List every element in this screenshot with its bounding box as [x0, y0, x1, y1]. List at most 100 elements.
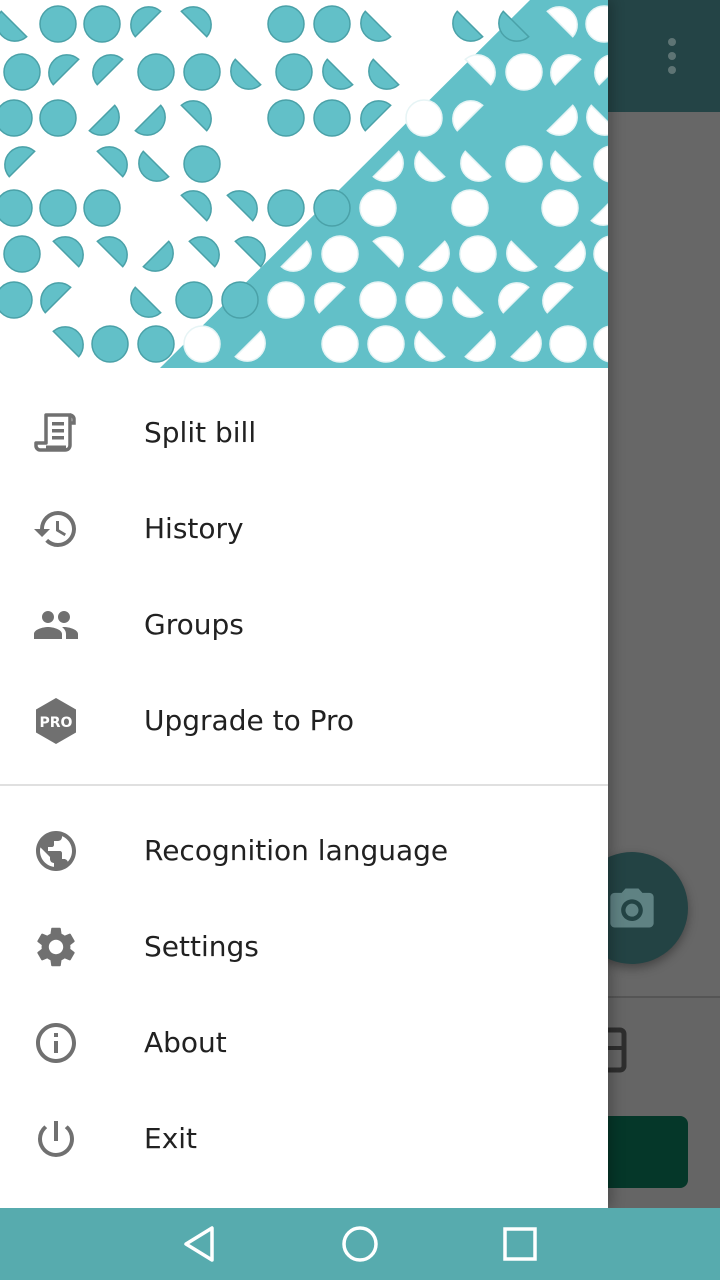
header-pattern-dot: [505, 53, 543, 91]
info-icon: [32, 1019, 80, 1067]
menu-item-exit[interactable]: Exit: [0, 1091, 608, 1187]
header-pattern-dot: [360, 100, 392, 132]
header-pattern-dot: [137, 325, 175, 363]
header-pattern-dot: [180, 100, 212, 132]
menu-item-history[interactable]: History: [0, 481, 608, 577]
header-pattern-dot: [52, 236, 84, 268]
menu-item-groups[interactable]: Groups: [0, 577, 608, 673]
menu-item-recognition-language[interactable]: Recognition language: [0, 803, 608, 899]
header-pattern-dot: [183, 325, 221, 363]
header-pattern-dot: [226, 190, 258, 222]
header-pattern-dot: [405, 99, 443, 137]
header-pattern-dot: [130, 6, 162, 38]
header-pattern-dot: [175, 281, 213, 319]
header-pattern-dot: [91, 325, 129, 363]
header-pattern-dot: [39, 99, 77, 137]
menu-label: Groups: [144, 608, 244, 641]
header-pattern-dot: [142, 240, 174, 272]
header-pattern-dot: [134, 104, 166, 136]
gear-icon: [32, 923, 80, 971]
header-pattern-dot: [267, 281, 305, 319]
header-pattern-dot: [137, 53, 175, 91]
menu-item-about[interactable]: About: [0, 995, 608, 1091]
header-pattern-dot: [180, 6, 212, 38]
header-pattern-dot: [459, 235, 497, 273]
header-pattern-dot: [96, 236, 128, 268]
menu-label: History: [144, 512, 244, 545]
menu-label: Exit: [144, 1122, 198, 1155]
pro-badge-icon: PRO: [32, 697, 80, 745]
header-pattern-dot: [452, 10, 484, 42]
header-pattern-dot: [221, 281, 259, 319]
drawer-header-pattern: [0, 0, 608, 368]
header-pattern-dot: [234, 236, 266, 268]
header-pattern-dot: [267, 5, 305, 43]
history-icon: [32, 505, 80, 553]
globe-icon: [32, 827, 80, 875]
header-pattern-dot: [321, 235, 359, 273]
header-pattern-dot: [4, 146, 36, 178]
header-pattern-dot: [505, 145, 543, 183]
more-vert-icon[interactable]: [648, 28, 696, 84]
header-pattern-dot: [359, 189, 397, 227]
header-pattern-dot: [230, 58, 262, 90]
header-pattern-dot: [39, 5, 77, 43]
header-pattern-dot: [359, 281, 397, 319]
header-pattern-dot: [39, 189, 77, 227]
header-pattern-dot: [313, 5, 351, 43]
recents-icon[interactable]: [480, 1220, 560, 1268]
camera-icon: [610, 888, 654, 928]
system-nav-bar: [0, 1208, 720, 1280]
header-pattern-dot: [40, 282, 72, 314]
pro-badge-text: PRO: [40, 715, 73, 731]
menu-item-settings[interactable]: Settings: [0, 899, 608, 995]
header-pattern-dot: [313, 189, 351, 227]
header-pattern-dot: [405, 281, 443, 319]
header-pattern-dot: [83, 189, 121, 227]
header-pattern-dot: [183, 53, 221, 91]
back-icon[interactable]: [160, 1220, 240, 1268]
header-pattern-dot: [138, 150, 170, 182]
header-pattern-dot: [0, 281, 33, 319]
header-pattern-dot: [451, 189, 489, 227]
header-pattern-dot: [313, 99, 351, 137]
header-pattern-dot: [541, 189, 579, 227]
header-pattern-dot: [92, 54, 124, 86]
header-pattern-dot: [180, 190, 212, 222]
header-pattern-dot: [367, 325, 405, 363]
receipt-icon: [32, 409, 80, 457]
menu-item-upgrade-pro[interactable]: PRO Upgrade to Pro: [0, 673, 608, 769]
menu-label: Settings: [144, 930, 259, 963]
header-pattern-dot: [52, 326, 84, 358]
menu-label: Split bill: [144, 416, 257, 449]
header-pattern-dot: [96, 146, 128, 178]
header-pattern-dot: [267, 99, 305, 137]
header-pattern-dot: [267, 189, 305, 227]
header-pattern-dot: [130, 286, 162, 318]
power-icon: [32, 1115, 80, 1163]
menu-item-split-bill[interactable]: Split bill: [0, 385, 608, 481]
header-pattern-dot: [322, 58, 354, 90]
header-pattern-dot: [88, 104, 120, 136]
menu-label: Upgrade to Pro: [144, 704, 355, 737]
header-pattern-image: [0, 0, 608, 368]
menu-label: Recognition language: [144, 834, 449, 867]
header-pattern-dot: [0, 99, 33, 137]
menu-label: About: [144, 1026, 227, 1059]
header-pattern-dot: [83, 5, 121, 43]
header-pattern-dot: [321, 325, 359, 363]
people-icon: [32, 601, 80, 649]
navigation-drawer: Split bill History Groups PRO Upgrade to…: [0, 0, 608, 1208]
home-icon[interactable]: [320, 1220, 400, 1268]
header-pattern-dot: [188, 236, 220, 268]
header-pattern-dot: [360, 10, 392, 42]
header-pattern-dot: [183, 145, 221, 183]
header-pattern-dot: [0, 189, 33, 227]
header-pattern-dot: [48, 54, 80, 86]
header-pattern-dot: [3, 235, 41, 273]
header-pattern-dot: [0, 10, 28, 42]
header-pattern-dot: [275, 53, 313, 91]
menu-divider: [0, 784, 608, 786]
header-pattern-dot: [3, 53, 41, 91]
header-pattern-dot: [549, 325, 587, 363]
